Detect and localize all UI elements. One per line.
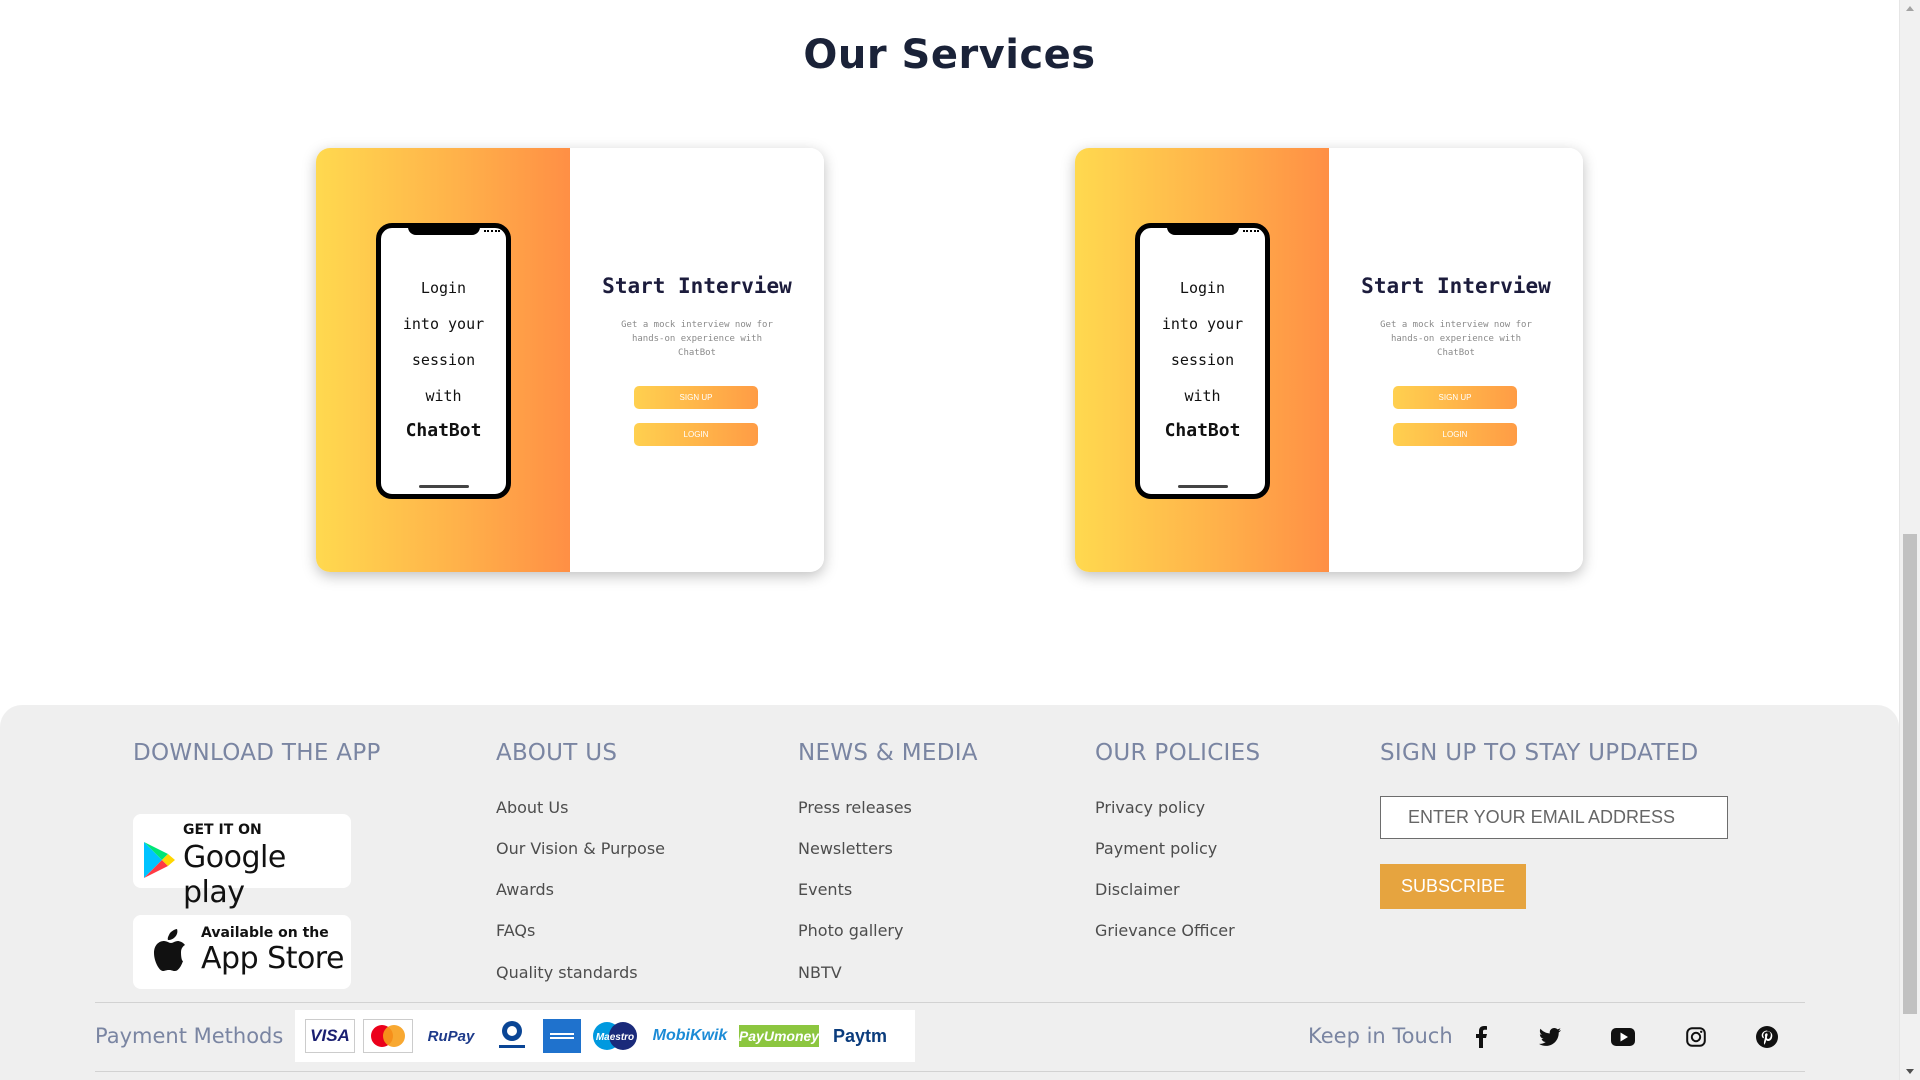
apple-icon — [154, 929, 185, 971]
footer-link-awards[interactable]: Awards — [496, 880, 554, 899]
app-store-badge[interactable]: Available on the App Store — [133, 915, 351, 989]
card-gradient-panel: Login into your session with ChatBot — [1075, 148, 1329, 572]
phone-brand: ChatBot — [1164, 420, 1241, 441]
svg-text:Maestro: Maestro — [596, 1032, 634, 1043]
footer-link-vision[interactable]: Our Vision & Purpose — [496, 839, 665, 858]
phone-text-line: Login — [420, 279, 467, 297]
app-store-big-text: App Store — [201, 941, 344, 976]
instagram-icon[interactable] — [1682, 1024, 1710, 1050]
mastercard-logo — [363, 1019, 413, 1053]
pinterest-icon[interactable] — [1753, 1024, 1781, 1050]
scroll-down-arrow-icon[interactable] — [1900, 1063, 1920, 1080]
diners-club-logo — [489, 1019, 535, 1053]
visa-logo: VISA — [305, 1019, 355, 1053]
phone-brand: ChatBot — [405, 420, 482, 441]
service-card-2: Login into your session with ChatBot Sta… — [1075, 148, 1583, 572]
payment-logos-strip: VISA RuPay Maestro MobiKwik PayUmoney Pa… — [295, 1010, 915, 1062]
phone-text-line: session — [411, 351, 476, 369]
facebook-icon[interactable] — [1467, 1024, 1495, 1050]
footer-link-nbtv[interactable]: NBTV — [798, 963, 842, 982]
phone-status-icon — [484, 230, 500, 234]
phone-text-line: with — [1184, 387, 1221, 405]
card-heading: Start Interview — [602, 274, 792, 298]
footer-link-events[interactable]: Events — [798, 880, 852, 899]
phone-text-line: into your — [1161, 315, 1244, 333]
card-heading: Start Interview — [1361, 274, 1551, 298]
footer-link-about-us[interactable]: About Us — [496, 798, 568, 817]
phone-text-line: with — [425, 387, 462, 405]
phone-mockup: Login into your session with ChatBot — [1135, 223, 1270, 499]
download-title: DOWNLOAD THE APP — [133, 740, 381, 766]
phone-text-line: Login — [1179, 279, 1226, 297]
signup-title: SIGN UP TO STAY UPDATED — [1380, 740, 1699, 766]
amex-logo — [543, 1019, 581, 1053]
google-play-badge[interactable]: GET IT ON Google play — [133, 814, 351, 910]
email-field[interactable] — [1380, 796, 1728, 839]
card-content-panel: Start Interview Get a mock interview now… — [1329, 148, 1583, 572]
card-content-panel: Start Interview Get a mock interview now… — [570, 148, 824, 572]
footer-link-faqs[interactable]: FAQs — [496, 921, 535, 940]
footer-link-newsletters[interactable]: Newsletters — [798, 839, 893, 858]
signup-button[interactable]: SIGN UP — [1393, 386, 1517, 409]
scroll-up-arrow-icon[interactable] — [1900, 0, 1920, 17]
keep-in-touch-label: Keep in Touch — [1308, 1024, 1453, 1048]
policies-title: OUR POLICIES — [1095, 740, 1261, 766]
phone-notch — [1167, 226, 1239, 235]
phone-text-line: into your — [402, 315, 485, 333]
youtube-icon[interactable] — [1609, 1024, 1637, 1050]
footer-link-disclaimer[interactable]: Disclaimer — [1095, 880, 1180, 899]
payment-methods-label: Payment Methods — [95, 1024, 284, 1048]
phone-home-bar — [1178, 485, 1228, 488]
app-store-small-text: Available on the — [201, 925, 329, 941]
scrollbar-thumb[interactable] — [1903, 534, 1917, 1014]
services-title: Our Services — [803, 32, 1096, 78]
phone-home-bar — [419, 485, 469, 488]
phone-mockup: Login into your session with ChatBot — [376, 223, 511, 499]
google-play-small-text: GET IT ON — [183, 822, 262, 838]
footer-link-photo-gallery[interactable]: Photo gallery — [798, 921, 903, 940]
paytm-logo: Paytm — [832, 1025, 888, 1046]
footer-link-grievance[interactable]: Grievance Officer — [1095, 921, 1235, 940]
footer-link-press[interactable]: Press releases — [798, 798, 912, 817]
signup-button[interactable]: SIGN UP — [634, 386, 758, 409]
card-description: Get a mock interview now for hands-on ex… — [1380, 320, 1532, 358]
login-button[interactable]: LOGIN — [1393, 423, 1517, 446]
phone-text-line: session — [1170, 351, 1235, 369]
payumoney-logo: PayUmoney — [739, 1025, 819, 1047]
phone-status-icon — [1243, 230, 1259, 234]
card-gradient-panel: Login into your session with ChatBot — [316, 148, 570, 572]
page-scrollbar[interactable] — [1899, 0, 1920, 1080]
mobikwik-logo: MobiKwik — [652, 1027, 728, 1044]
about-title: ABOUT US — [496, 740, 618, 766]
footer-link-privacy[interactable]: Privacy policy — [1095, 798, 1205, 817]
maestro-logo: Maestro — [589, 1019, 641, 1053]
phone-notch — [408, 226, 480, 235]
login-button[interactable]: LOGIN — [634, 423, 758, 446]
rupay-logo: RuPay — [427, 1027, 475, 1045]
google-play-big-text: Google play — [183, 840, 286, 910]
twitter-icon[interactable] — [1536, 1024, 1564, 1050]
news-title: NEWS & MEDIA — [798, 740, 978, 766]
card-description: Get a mock interview now for hands-on ex… — [621, 320, 773, 358]
service-card-1: Login into your session with ChatBot Sta… — [316, 148, 824, 572]
subscribe-button[interactable]: SUBSCRIBE — [1380, 864, 1526, 909]
google-play-icon — [144, 842, 175, 878]
footer-divider — [95, 1002, 1805, 1003]
footer-link-payment-policy[interactable]: Payment policy — [1095, 839, 1217, 858]
footer-divider — [95, 1071, 1805, 1072]
footer-link-quality[interactable]: Quality standards — [496, 963, 638, 982]
